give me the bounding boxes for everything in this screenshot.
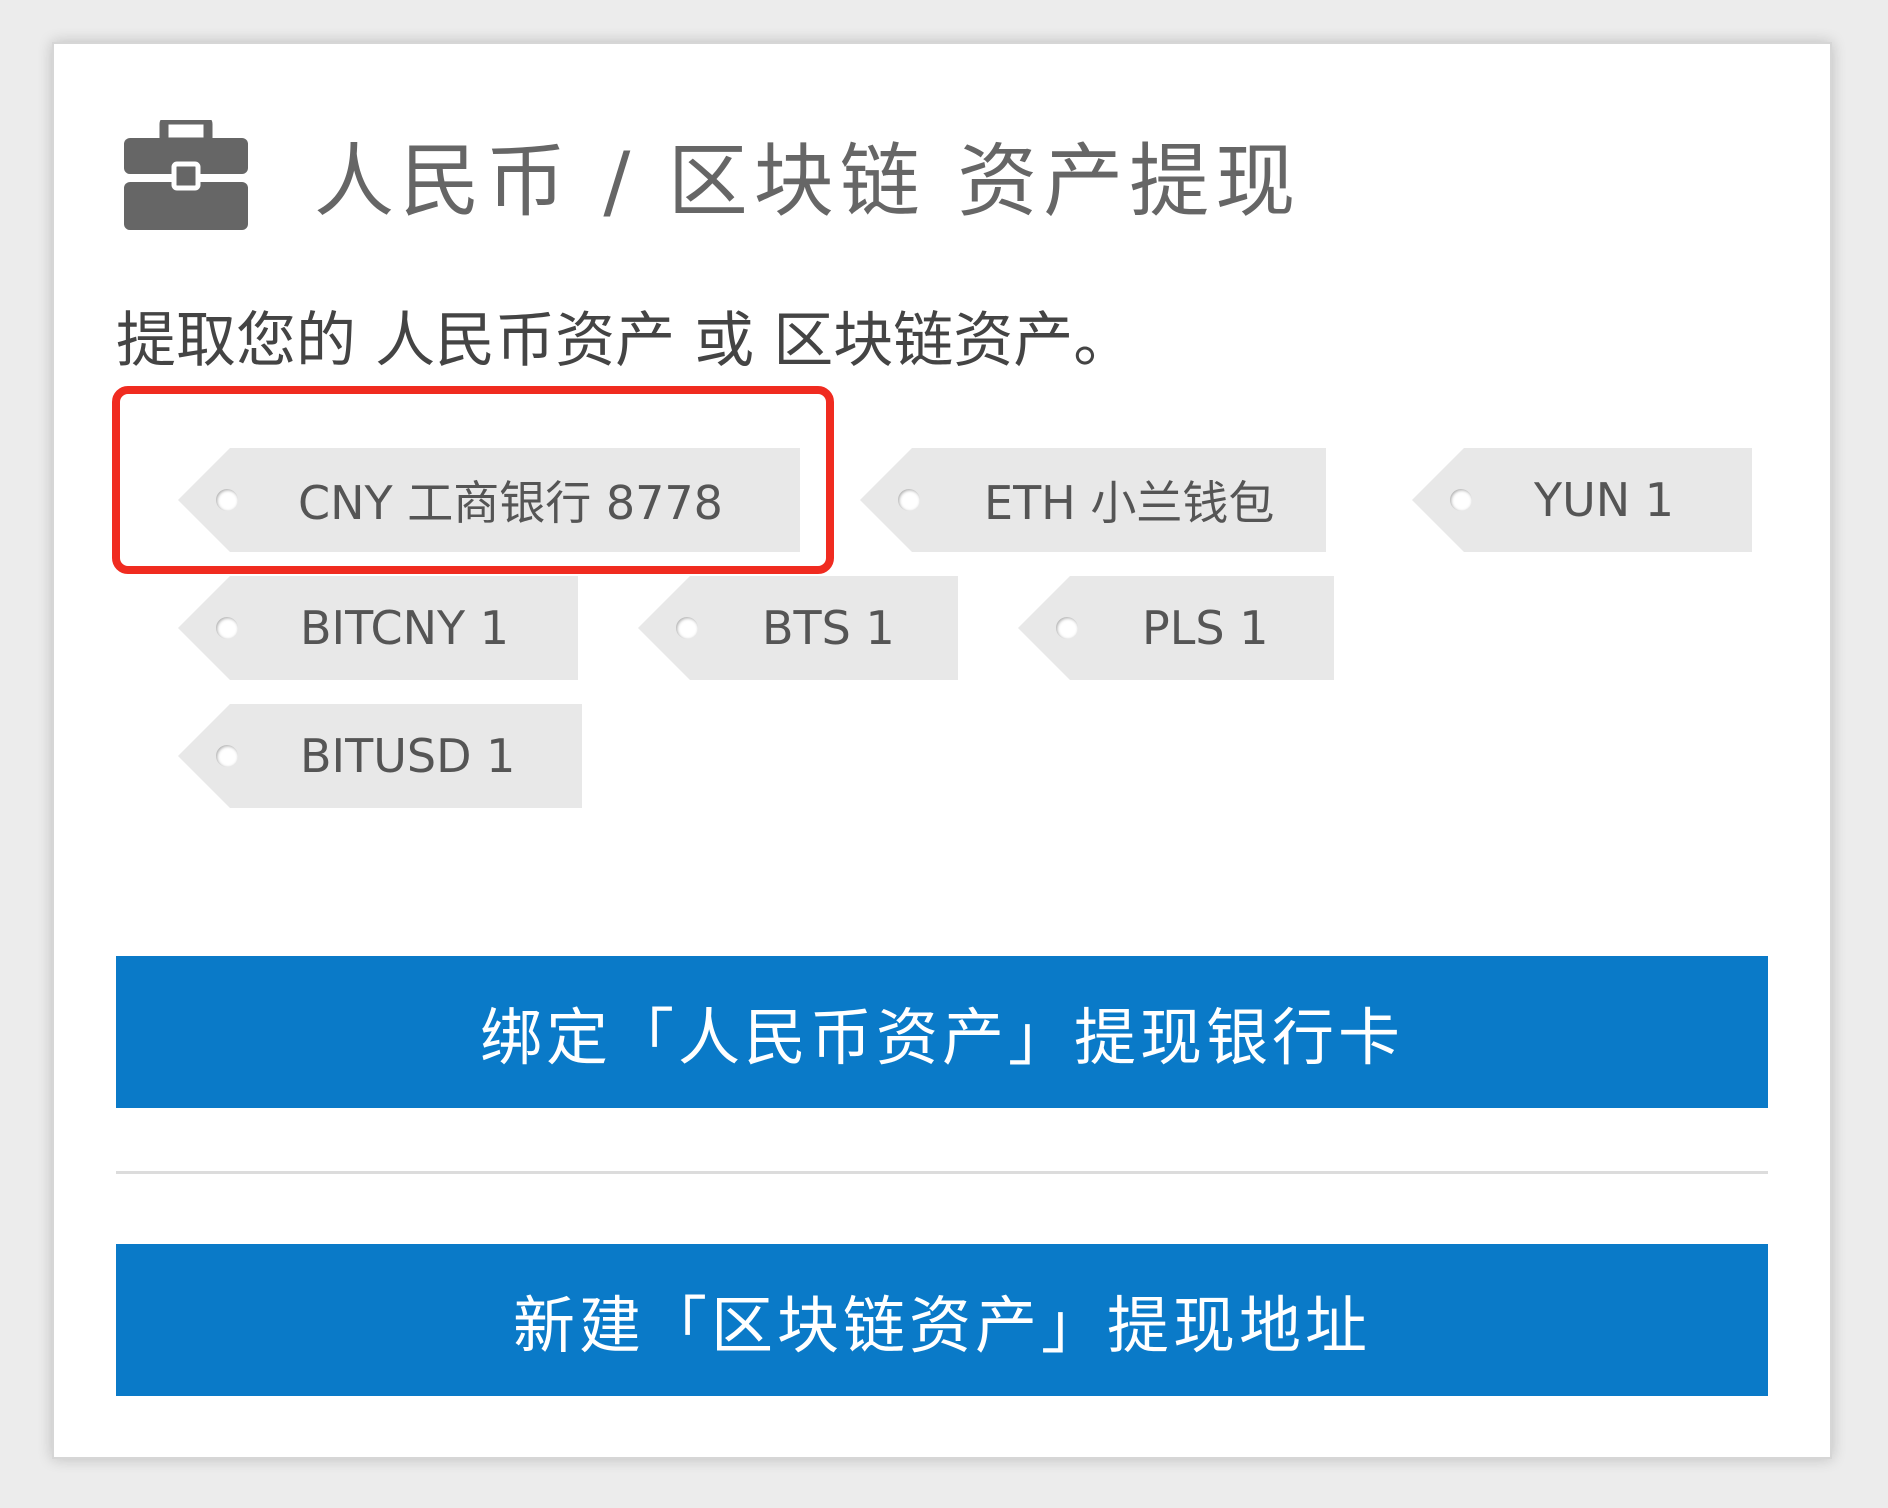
divider	[116, 1171, 1768, 1174]
asset-tag-label: ETH 小兰钱包	[984, 476, 1275, 530]
highlight-box	[112, 386, 834, 574]
tag-hole-icon	[216, 745, 238, 767]
tag-hole-icon	[1056, 617, 1078, 639]
card-header: 人民币 / 区块链 资产提现	[124, 100, 1301, 250]
new-chain-address-button[interactable]: 新建「区块链资产」提现地址	[116, 1244, 1768, 1396]
asset-tag-label: PLS 1	[1142, 601, 1269, 655]
asset-tag-bitusd[interactable]: BITUSD 1	[178, 704, 582, 808]
page-subtitle: 提取您的 人民币资产 或 区块链资产。	[116, 306, 1134, 376]
withdraw-card: 人民币 / 区块链 资产提现 提取您的 人民币资产 或 区块链资产。 CNY 工…	[52, 42, 1832, 1459]
briefcase-icon	[124, 120, 248, 230]
asset-tag-pls[interactable]: PLS 1	[1018, 576, 1334, 680]
asset-tag-yun[interactable]: YUN 1	[1412, 448, 1752, 552]
tag-hole-icon	[1450, 489, 1472, 511]
tag-hole-icon	[216, 617, 238, 639]
asset-tag-bts[interactable]: BTS 1	[638, 576, 958, 680]
asset-tag-label: BITUSD 1	[300, 729, 516, 783]
asset-tag-label: YUN 1	[1534, 473, 1675, 527]
page-title: 人民币 / 区块链 资产提现	[314, 135, 1302, 228]
asset-tag-bitcny[interactable]: BITCNY 1	[178, 576, 578, 680]
tag-hole-icon	[676, 617, 698, 639]
asset-tag-label: BITCNY 1	[300, 601, 510, 655]
bind-bank-card-button[interactable]: 绑定「人民币资产」提现银行卡	[116, 956, 1768, 1108]
asset-tag-label: BTS 1	[762, 601, 895, 655]
tag-hole-icon	[898, 489, 920, 511]
asset-tag-eth[interactable]: ETH 小兰钱包	[860, 448, 1326, 552]
